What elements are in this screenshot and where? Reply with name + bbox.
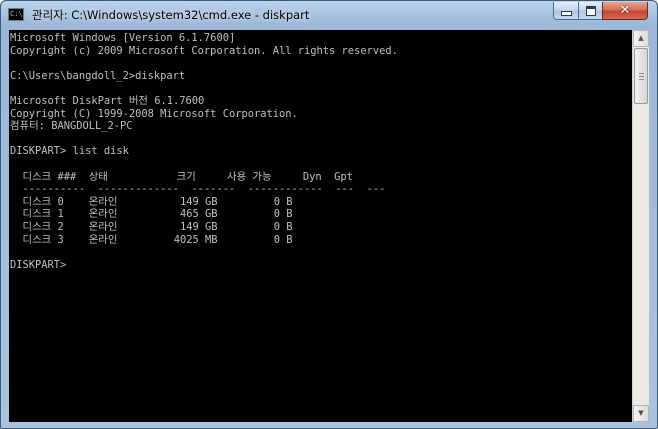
arrow-down-icon: ▼ bbox=[638, 409, 644, 417]
minimize-button[interactable] bbox=[553, 2, 579, 20]
scroll-up-button[interactable]: ▲ bbox=[633, 30, 649, 47]
console-line: C:\Users\bangdoll_2>diskpart bbox=[10, 69, 186, 82]
minimize-icon bbox=[560, 11, 572, 16]
arrow-up-icon: ▲ bbox=[638, 34, 644, 42]
title-bar[interactable]: C:\ 관리자: C:\Windows\system32\cmd.exe - d… bbox=[1, 1, 657, 29]
vertical-scrollbar[interactable]: ▲ ▼ bbox=[632, 30, 649, 422]
window-title: 관리자: C:\Windows\system32\cmd.exe - diskp… bbox=[32, 8, 310, 22]
console-line: Copyright (C) 1999-2008 Microsoft Corpor… bbox=[10, 107, 298, 120]
grip-line bbox=[639, 79, 644, 80]
close-icon: ✕ bbox=[619, 3, 631, 18]
console-text: Microsoft Windows [Version 6.1.7600] Copy… bbox=[9, 30, 632, 271]
console-line: ---------- ------------- ------- -------… bbox=[10, 183, 386, 196]
grip-line bbox=[639, 76, 644, 77]
scroll-thumb[interactable] bbox=[634, 48, 648, 104]
console-line: 디스크 3 온라인 4025 MB 0 B bbox=[10, 233, 293, 246]
cmd-window: C:\ 관리자: C:\Windows\system32\cmd.exe - d… bbox=[0, 0, 658, 429]
maximize-button[interactable] bbox=[578, 2, 603, 20]
console-output[interactable]: Microsoft Windows [Version 6.1.7600] Copy… bbox=[9, 30, 632, 422]
maximize-icon bbox=[585, 5, 596, 16]
console-line: 디스크 2 온라인 149 GB 0 B bbox=[10, 220, 293, 233]
console-line: 디스크 ### 상태 크기 사용 가능 Dyn Gpt bbox=[10, 170, 353, 183]
grip-line bbox=[639, 73, 644, 74]
console-line: 디스크 1 온라인 465 GB 0 B bbox=[10, 208, 293, 221]
console-line: DISKPART> list disk bbox=[10, 145, 129, 158]
console-line: Microsoft DiskPart 버전 6.1.7600 bbox=[10, 94, 205, 107]
cmd-icon[interactable]: C:\ bbox=[8, 8, 24, 21]
console-line: Copyright (c) 2009 Microsoft Corporation… bbox=[10, 44, 398, 57]
close-button[interactable]: ✕ bbox=[602, 2, 648, 20]
console-line: 컴퓨터: BANGDOLL_2-PC bbox=[10, 120, 133, 133]
scroll-down-button[interactable]: ▼ bbox=[633, 405, 649, 422]
console-line: 디스크 0 온라인 149 GB 0 B bbox=[10, 195, 293, 208]
console-line: Microsoft Windows [Version 6.1.7600] bbox=[10, 32, 236, 44]
console-line: DISKPART> bbox=[10, 258, 73, 271]
